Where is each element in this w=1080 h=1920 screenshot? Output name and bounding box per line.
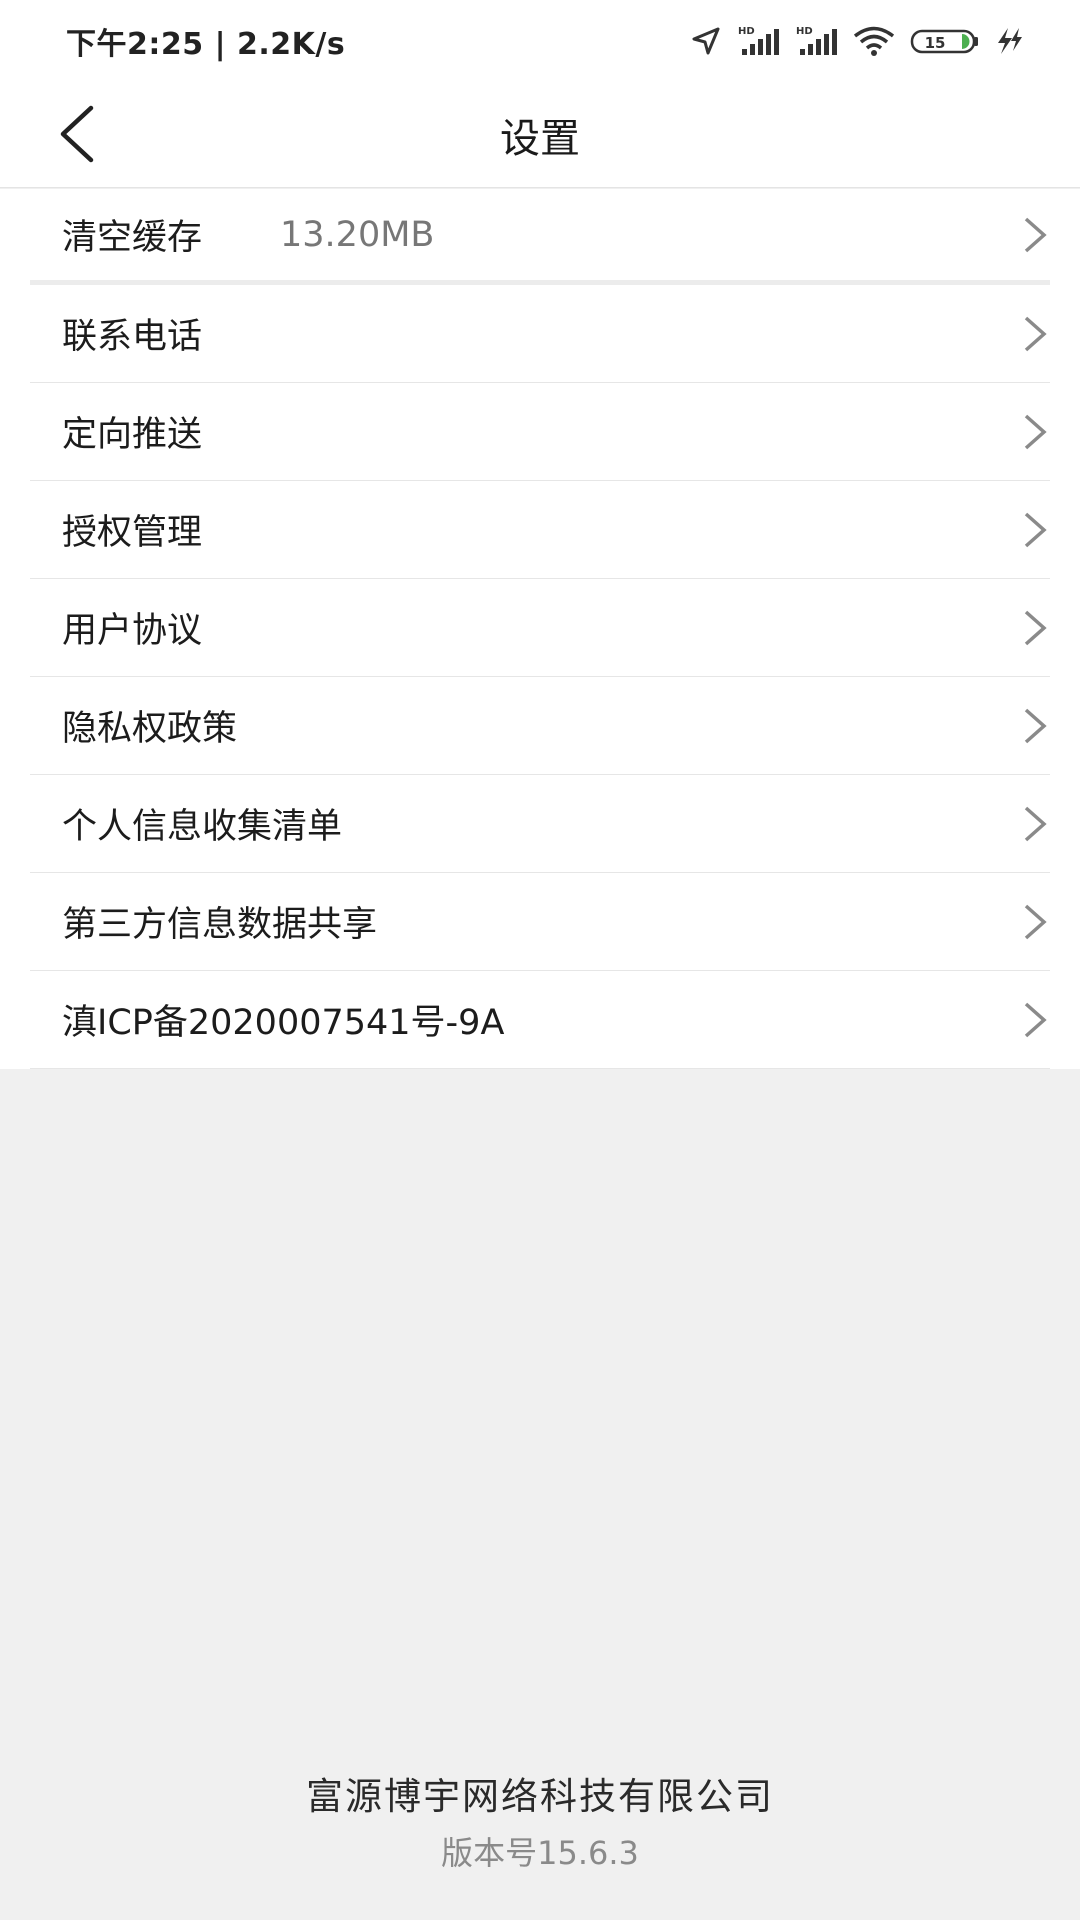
status-time-speed: 下午2:25 | 2.2K/s (66, 27, 346, 62)
list-item-label: 隐私权政策 (62, 709, 238, 749)
list-item-label: 个人信息收集清单 (62, 807, 343, 847)
chevron-right-icon (1020, 215, 1050, 255)
sim2-tag: HD (796, 26, 813, 37)
list-item-label: 联系电话 (62, 317, 203, 357)
list-item-personal-info-list[interactable]: 个人信息收集清单 (30, 775, 1050, 873)
battery-icon: 15 (910, 25, 980, 57)
chevron-right-icon (1020, 706, 1050, 746)
battery-level: 15 (925, 34, 946, 52)
list-item-label: 滇ICP备2020007541号-9A (62, 1003, 505, 1043)
chevron-right-icon (1020, 314, 1050, 354)
status-icons: HD HD 15 (690, 25, 1024, 57)
list-item-third-party-sharing[interactable]: 第三方信息数据共享 (30, 873, 1050, 971)
chevron-left-icon (57, 105, 97, 167)
list-item-clear-cache[interactable]: 清空缓存 13.20MB (30, 189, 1050, 285)
cache-size-value: 13.20MB (280, 214, 435, 255)
chevron-right-icon (1020, 1000, 1050, 1040)
list-item-label: 第三方信息数据共享 (62, 905, 378, 945)
chevron-right-icon (1020, 902, 1050, 942)
list-item-permission-management[interactable]: 授权管理 (30, 481, 1050, 579)
charging-icon (994, 25, 1024, 57)
page-title: 设置 (500, 116, 580, 162)
app-header: 设置 (0, 82, 1080, 188)
chevron-right-icon (1020, 608, 1050, 648)
list-item-label: 定向推送 (62, 415, 203, 455)
sim1-tag: HD (738, 26, 755, 37)
list-item-contact-phone[interactable]: 联系电话 (30, 285, 1050, 383)
signal-icon: HD (736, 25, 780, 57)
wifi-icon (852, 25, 896, 57)
version-number: 版本号15.6.3 (441, 1834, 639, 1872)
signal-icon: HD (794, 25, 838, 57)
back-button[interactable] (42, 96, 112, 176)
settings-screen: 下午2:25 | 2.2K/s HD HD 15 设置 清空缓存 13.20MB… (0, 0, 1080, 1920)
status-bar: 下午2:25 | 2.2K/s HD HD 15 (0, 0, 1080, 82)
list-item-user-agreement[interactable]: 用户协议 (30, 579, 1050, 677)
list-item-label: 清空缓存 (62, 218, 203, 258)
list-item-label: 授权管理 (62, 513, 203, 553)
list-item-privacy-policy[interactable]: 隐私权政策 (30, 677, 1050, 775)
list-item-label: 用户协议 (62, 611, 203, 651)
settings-list: 清空缓存 13.20MB 联系电话 定向推送 授权管理 用户协议 隐私权政策 个… (0, 189, 1080, 1069)
company-name: 富源博宇网络科技有限公司 (306, 1775, 774, 1818)
chevron-right-icon (1020, 510, 1050, 550)
chevron-right-icon (1020, 804, 1050, 844)
chevron-right-icon (1020, 412, 1050, 452)
list-item-targeted-push[interactable]: 定向推送 (30, 383, 1050, 481)
location-arrow-icon (690, 25, 722, 57)
list-item-icp-record[interactable]: 滇ICP备2020007541号-9A (30, 971, 1050, 1069)
